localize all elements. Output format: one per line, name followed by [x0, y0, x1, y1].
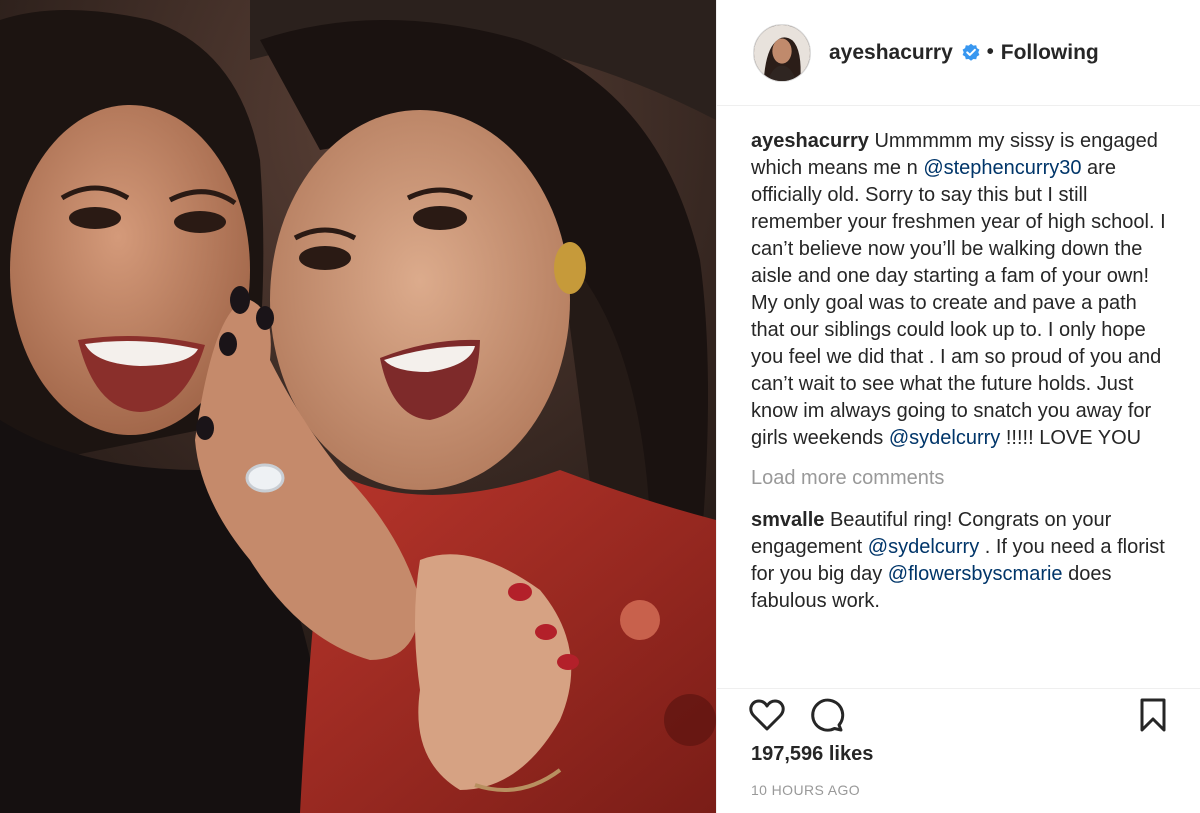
- following-button[interactable]: Following: [1001, 41, 1099, 65]
- post-photo[interactable]: [0, 0, 716, 813]
- verified-badge-icon: [961, 43, 981, 63]
- caption-text-2: are officially old. Sorry to say this bu…: [751, 157, 1166, 449]
- separator-dot: •: [986, 41, 994, 63]
- comment-item: smvalle Beautiful ring! Congrats on your…: [751, 507, 1171, 615]
- heart-icon: [749, 699, 785, 731]
- post-timestamp: 10 HOURS AGO: [751, 782, 861, 798]
- save-button[interactable]: [1133, 695, 1173, 735]
- comments-list: ayeshacurry Ummmmm my sissy is engaged w…: [751, 128, 1171, 615]
- avatar[interactable]: [753, 23, 811, 82]
- mention-link[interactable]: @stephencurry30: [923, 157, 1081, 179]
- caption: ayeshacurry Ummmmm my sissy is engaged w…: [751, 128, 1171, 452]
- avatar-photo: [754, 24, 810, 81]
- likes-count[interactable]: 197,596 likes: [751, 743, 873, 766]
- caption-username[interactable]: ayeshacurry: [751, 130, 869, 152]
- comment-username[interactable]: smvalle: [751, 509, 824, 531]
- like-button[interactable]: [747, 695, 787, 735]
- post-actions: 197,596 likes 10 HOURS AGO: [717, 688, 1200, 813]
- bookmark-icon: [1140, 698, 1166, 732]
- selfie-photo-illustration: [0, 0, 716, 813]
- caption-text-3: !!!!! LOVE YOU: [1005, 427, 1142, 449]
- mention-link[interactable]: @sydelcurry: [889, 427, 1000, 449]
- comment-bubble-icon: [811, 698, 845, 732]
- author-username[interactable]: ayeshacurry: [829, 41, 953, 65]
- instagram-post: ayeshacurry • Following ayeshacurry Ummm…: [0, 0, 1200, 813]
- post-sidebar: ayeshacurry • Following ayeshacurry Ummm…: [716, 0, 1200, 813]
- mention-link[interactable]: @sydelcurry: [868, 536, 979, 558]
- load-more-comments-button[interactable]: Load more comments: [751, 465, 1171, 492]
- post-header: ayeshacurry • Following: [717, 0, 1200, 106]
- comment-button[interactable]: [806, 695, 846, 735]
- mention-link[interactable]: @flowersbyscmarie: [888, 563, 1063, 585]
